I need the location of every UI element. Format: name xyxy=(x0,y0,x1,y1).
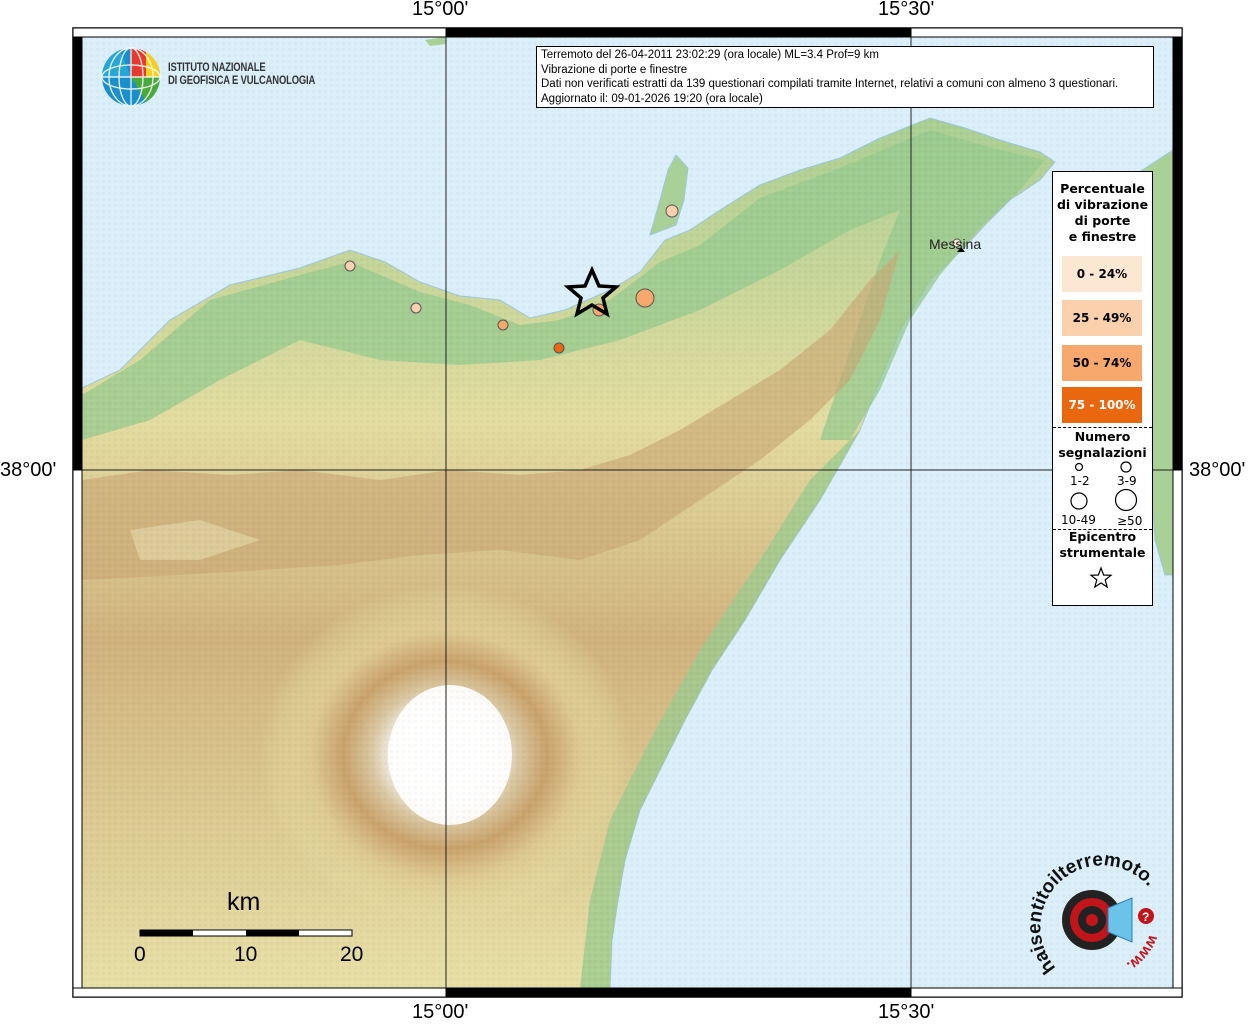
legend-title-line: Percentuale xyxy=(1060,181,1145,196)
legend-title-line: di porte xyxy=(1074,213,1131,228)
place-label-messina: Messina xyxy=(929,236,982,252)
lon-label-bottom-15-00: 15°00' xyxy=(412,1001,469,1023)
obs-point xyxy=(410,302,422,314)
lon-label-top-15-00: 15°00' xyxy=(412,0,469,20)
epicenter-title-line: Epicentro xyxy=(1068,529,1137,544)
legend-class-0-24: 0 - 24% xyxy=(1062,256,1142,292)
event-info-box: Terremoto del 26-04-2011 23:02:29 (ora l… xyxy=(536,46,1154,108)
legend-title-line: di vibrazione xyxy=(1056,197,1149,212)
obs-point xyxy=(553,342,565,354)
size-circle-medium xyxy=(1120,461,1132,473)
size-circle-xlarge xyxy=(1114,488,1138,512)
obs-point xyxy=(665,204,679,218)
scale-unit: km xyxy=(227,888,261,916)
legend-class-75-100: 75 - 100% xyxy=(1062,387,1142,423)
scale-tick-20: 20 xyxy=(340,943,364,966)
ingv-logo: ISTITUTO NAZIONALE DI GEOFISICA E VULCAN… xyxy=(100,46,320,110)
legend-star-icon xyxy=(1089,566,1113,589)
size-label: 1-2 xyxy=(1070,474,1090,488)
event-line: Terremoto del 26-04-2011 23:02:29 (ora l… xyxy=(541,49,879,61)
effect-line: Vibrazione di porte e finestre xyxy=(541,63,688,76)
svg-text:?: ? xyxy=(1142,910,1149,924)
obs-point xyxy=(497,319,509,331)
haisentito-logo: haisentitoilterremoto.it www. ? xyxy=(1017,834,1170,980)
data-note-line: Dati non verificati estratti da 139 ques… xyxy=(541,78,1119,91)
updated-line: Aggiornato il: 09-01-2026 19:20 (ora loc… xyxy=(541,92,763,105)
legend-class-50-74: 50 - 74% xyxy=(1062,345,1142,381)
legend-title-line: e finestre xyxy=(1068,229,1137,244)
size-label: 3-9 xyxy=(1117,474,1137,488)
epicenter-title-line: strumentale xyxy=(1059,545,1146,560)
obs-point xyxy=(635,288,655,308)
scale-tick-0: 0 xyxy=(134,943,146,966)
institute-name: ISTITUTO NAZIONALE DI GEOFISICA E VULCAN… xyxy=(168,62,316,87)
obs-point xyxy=(344,260,356,272)
size-label: 10-49 xyxy=(1061,513,1096,527)
scale-tick-10: 10 xyxy=(234,943,258,966)
size-circle-small xyxy=(1074,462,1084,472)
lon-label-top-15-30: 15°30' xyxy=(878,0,935,20)
scale-bar xyxy=(139,929,353,937)
count-title-line: Numero xyxy=(1074,429,1131,444)
legend: Percentuale di vibrazione di porte e fin… xyxy=(1052,171,1153,606)
size-circle-large xyxy=(1070,492,1088,510)
legend-class-25-49: 25 - 49% xyxy=(1062,300,1142,336)
size-label: ≥50 xyxy=(1117,514,1143,528)
lat-label-right-38-00: 38°00' xyxy=(1189,459,1246,481)
legend-divider xyxy=(1053,427,1152,428)
lat-label-left-38-00: 38°00' xyxy=(0,459,57,481)
lon-label-bottom-15-30: 15°30' xyxy=(878,1001,935,1023)
globe-icon xyxy=(101,47,161,107)
